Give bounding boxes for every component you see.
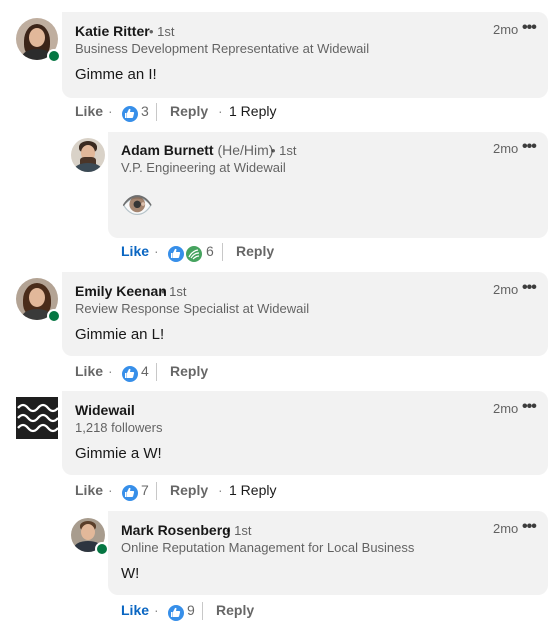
replies-count-link[interactable]: 1 Reply [229,103,276,119]
like-reaction-icon [167,604,185,622]
comment-text: Gimmie an L! [75,326,165,343]
reply-button[interactable]: Reply [170,482,208,498]
online-status-indicator [47,49,61,63]
company-logo[interactable] [16,397,59,439]
divider [156,482,157,500]
author-headline: Business Development Representative at W… [75,41,370,56]
comment-actions: Like · 4 Reply [75,363,475,383]
more-options-icon[interactable]: ••• [522,138,537,156]
author-name-text: Adam Burnett [121,142,214,158]
divider [202,602,203,620]
comment-actions: Like · 9 Reply [121,602,521,622]
comment-text: Gimmie a W! [75,445,162,462]
reaction-count[interactable]: 6 [206,243,214,259]
like-reaction-icon [121,484,139,502]
replies-count-link[interactable]: 1 Reply [229,482,276,498]
separator-dot: · [154,243,159,259]
like-reaction-icon [121,105,139,123]
author-name[interactable]: Katie Ritter [75,23,150,39]
online-status-indicator [95,542,109,556]
reaction-count[interactable]: 7 [141,482,149,498]
comment-timestamp: 2mo [493,22,519,37]
more-options-icon[interactable]: ••• [522,279,537,297]
comment-timestamp: 2mo [493,282,519,297]
more-options-icon[interactable]: ••• [522,19,537,37]
separator-dot: · [154,602,159,618]
separator-dot: · [108,103,113,119]
reply-button[interactable]: Reply [170,103,208,119]
comment-timestamp: 2mo [493,521,519,536]
author-name[interactable]: Mark Rosenberg [121,522,231,538]
reply-button[interactable]: Reply [236,243,274,259]
author-pronouns: (He/Him) [217,142,274,158]
separator-dot: · [218,482,223,498]
reaction-count[interactable]: 9 [187,602,195,618]
more-options-icon[interactable]: ••• [522,518,537,536]
connection-degree: • 1st [161,284,187,299]
separator-dot: · [108,363,113,379]
follower-count: 1,218 followers [75,420,163,435]
comment-actions: Like · 6 Reply [121,243,521,263]
like-button[interactable]: Like [121,602,149,618]
comment-actions: Like · 7 Reply · 1 Reply [75,482,475,502]
more-options-icon[interactable]: ••• [522,398,537,416]
connection-degree: • 1st [271,143,297,158]
support-reaction-icon [185,245,203,263]
divider [156,103,157,121]
comment-text: 👁️ [121,190,154,220]
reply-button[interactable]: Reply [216,602,254,618]
author-headline: Online Reputation Management for Local B… [121,540,415,555]
connection-degree: • 1st [149,24,175,39]
divider [156,363,157,381]
comment-timestamp: 2mo [493,401,519,416]
like-button[interactable]: Like [75,363,103,379]
comment-text: Gimme an I! [75,66,157,83]
reaction-count[interactable]: 3 [141,103,149,119]
author-name[interactable]: Widewail [75,402,135,418]
like-reaction-icon [167,245,185,263]
avatar[interactable] [71,138,105,172]
reply-button[interactable]: Reply [170,363,208,379]
like-button[interactable]: Like [121,243,149,259]
like-button[interactable]: Like [75,103,103,119]
separator-dot: · [108,482,113,498]
separator-dot: · [218,103,223,119]
author-headline: V.P. Engineering at Widewail [121,160,286,175]
online-status-indicator [47,309,61,323]
reaction-count[interactable]: 4 [141,363,149,379]
comment-timestamp: 2mo [493,141,519,156]
connection-degree: • 1st [226,523,252,538]
comment-actions: Like · 3 Reply · 1 Reply [75,103,475,123]
divider [222,243,223,261]
author-name[interactable]: Emily Keenan [75,283,167,299]
like-reaction-icon [121,365,139,383]
author-name[interactable]: Adam Burnett (He/Him) [121,142,273,158]
comment-text: W! [121,565,140,582]
author-headline: Review Response Specialist at Widewail [75,301,310,316]
like-button[interactable]: Like [75,482,103,498]
